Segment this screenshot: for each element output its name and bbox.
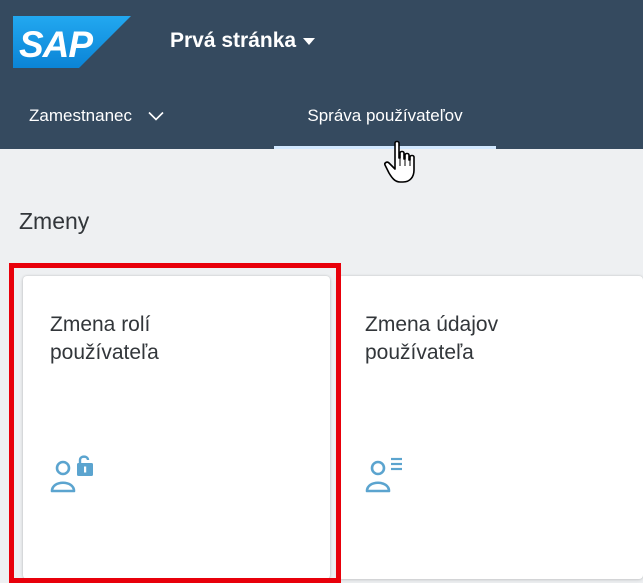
- tile-title-line: Zmena rolí: [50, 313, 151, 336]
- tab-user-management-label: Správa používateľov: [307, 105, 463, 125]
- shell-header: SAP Prvá stránka: [0, 0, 643, 82]
- page-title: Prvá stránka: [170, 29, 297, 52]
- tile-title: Zmena údajov používateľa: [365, 311, 625, 367]
- tile-title: Zmena rolí používateľa: [50, 311, 310, 367]
- tile-title-line: Zmena údajov: [365, 313, 499, 336]
- page-title-menu[interactable]: Prvá stránka: [170, 26, 316, 56]
- tile-change-user-roles[interactable]: Zmena rolí používateľa: [23, 276, 330, 579]
- tile-change-user-data[interactable]: Zmena údajov používateľa: [338, 276, 643, 579]
- tile-title-line: používateľa: [50, 341, 159, 364]
- tab-user-management[interactable]: Správa používateľov: [274, 82, 496, 149]
- caret-down-icon: [303, 37, 316, 45]
- tab-employee-label: Zamestnanec: [29, 105, 132, 125]
- section-title: Zmeny: [19, 208, 90, 234]
- space-tab-bar: Zamestnanec Správa používateľov: [0, 82, 643, 149]
- tile-title-line: používateľa: [365, 341, 474, 364]
- tab-selected-indicator: [274, 146, 496, 149]
- tab-employee[interactable]: Zamestnanec: [29, 82, 164, 149]
- user-details-icon: [365, 457, 402, 493]
- sap-logo-text: SAP: [19, 24, 93, 65]
- user-unlock-icon: [50, 455, 93, 493]
- sap-logo[interactable]: SAP: [13, 16, 131, 68]
- chevron-down-icon: [148, 111, 164, 121]
